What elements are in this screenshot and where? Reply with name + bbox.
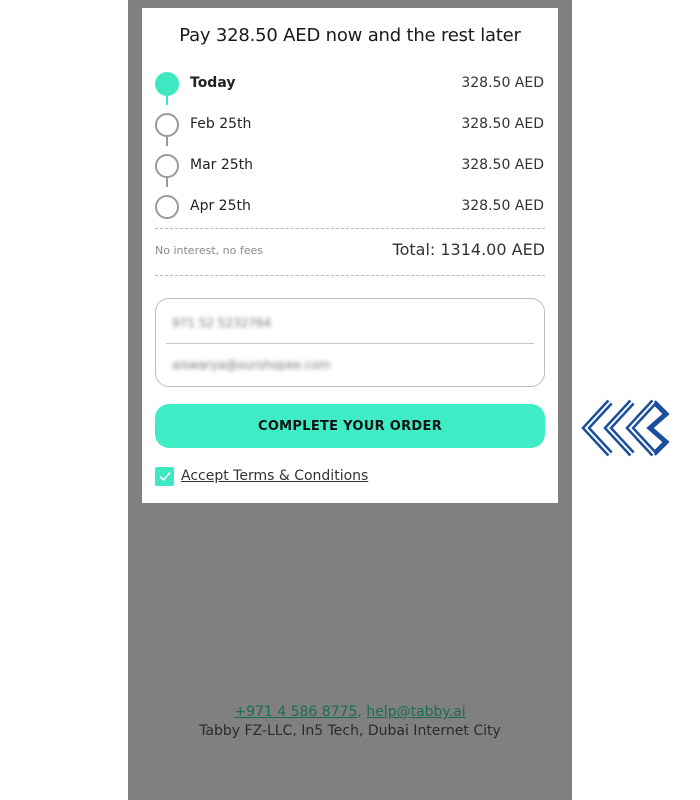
timeline-connector-active: [166, 95, 168, 105]
email-field[interactable]: aiswarya@ourshopee.com: [172, 358, 330, 372]
schedule-date: Apr 25th: [190, 198, 251, 214]
schedule-amount: 328.50 AED: [461, 75, 544, 91]
terms-row[interactable]: Accept Terms & Conditions: [155, 466, 368, 486]
footer: +971 4 586 8775, help@tabby.ai Tabby FZ-…: [128, 704, 572, 739]
schedule-amount: 328.50 AED: [461, 116, 544, 132]
chevrons-left-icon: [581, 399, 670, 457]
footer-address: Tabby FZ-LLC, In5 Tech, Dubai Internet C…: [199, 723, 501, 739]
schedule-amount: 328.50 AED: [461, 157, 544, 173]
schedule-dot-today: [155, 72, 179, 96]
payment-card: Pay 328.50 AED now and the rest later To…: [142, 8, 558, 503]
footer-email-link[interactable]: help@tabby.ai: [366, 704, 465, 720]
order-total: Total: 1314.00 AED: [392, 240, 545, 259]
divider: [155, 228, 545, 229]
check-icon: [158, 471, 171, 482]
schedule-dot: [155, 195, 179, 219]
complete-order-button[interactable]: COMPLETE YOUR ORDER: [155, 404, 545, 448]
contact-divider: [166, 343, 534, 344]
footer-contact: +971 4 586 8775, help@tabby.ai: [128, 704, 572, 720]
divider: [155, 275, 545, 276]
schedule-date: Feb 25th: [190, 116, 252, 132]
schedule-amount: 328.50 AED: [461, 198, 544, 214]
schedule-date: Today: [190, 75, 236, 91]
terms-checkbox[interactable]: [155, 466, 174, 486]
no-fees-note: No interest, no fees: [155, 244, 263, 257]
footer-separator: ,: [357, 704, 367, 720]
terms-link[interactable]: Accept Terms & Conditions: [181, 468, 368, 484]
timeline-connector: [166, 136, 168, 146]
timeline-connector: [166, 177, 168, 187]
contact-details[interactable]: 971 52 5232764 aiswarya@ourshopee.com: [155, 298, 545, 387]
payment-title: Pay 328.50 AED now and the rest later: [179, 25, 521, 46]
footer-phone-link[interactable]: +971 4 586 8775: [234, 704, 357, 720]
payment-schedule: Today 328.50 AED Feb 25th 328.50 AED Mar…: [142, 63, 558, 233]
schedule-dot: [155, 113, 179, 137]
schedule-date: Mar 25th: [190, 157, 254, 173]
phone-field[interactable]: 971 52 5232764: [172, 316, 271, 330]
schedule-dot: [155, 154, 179, 178]
